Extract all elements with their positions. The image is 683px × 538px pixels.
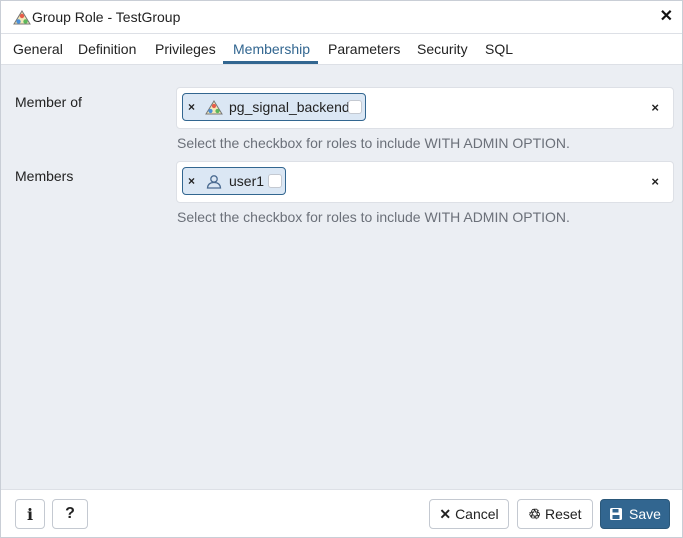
group-role-icon — [205, 100, 223, 115]
chip-label: user1 — [229, 173, 265, 189]
user-role-icon — [206, 175, 222, 189]
dialog-titlebar[interactable]: Group Role - TestGroup ✕ — [1, 1, 682, 34]
members-chip[interactable]: × user1 — [182, 167, 286, 195]
save-button[interactable]: Save — [600, 499, 670, 529]
save-icon — [610, 508, 623, 520]
member-of-chip[interactable]: × pg_signal_backend — [182, 93, 366, 121]
tab-privileges[interactable]: Privileges — [155, 41, 216, 57]
admin-option-checkbox[interactable] — [268, 174, 282, 188]
members-select[interactable]: × user1 × — [176, 161, 674, 203]
tab-security[interactable]: Security — [417, 41, 468, 57]
active-tab-indicator — [223, 61, 318, 64]
group-role-dialog: Group Role - TestGroup ✕ General Definit… — [0, 0, 683, 538]
member-of-help-text: Select the checkbox for roles to include… — [177, 135, 570, 151]
save-label: Save — [629, 506, 661, 522]
member-of-label: Member of — [15, 94, 82, 110]
tab-membership[interactable]: Membership — [233, 41, 310, 57]
admin-option-checkbox[interactable] — [348, 100, 362, 114]
help-icon: ? — [65, 505, 75, 522]
reset-label: Reset — [544, 506, 582, 522]
tab-sql[interactable]: SQL — [485, 41, 513, 57]
clear-selection-icon[interactable]: × — [651, 100, 659, 115]
tab-general[interactable]: General — [13, 41, 63, 57]
help-button[interactable]: ? — [52, 499, 88, 529]
close-dialog-button[interactable]: ✕ — [660, 7, 673, 27]
members-label: Members — [15, 168, 74, 184]
clear-selection-icon[interactable]: × — [651, 174, 659, 189]
dialog-title: Group Role - TestGroup — [32, 9, 181, 25]
group-role-icon — [13, 10, 31, 25]
tab-bar: General Definition Privileges Membership… — [1, 34, 682, 65]
member-of-select[interactable]: × pg_signal_backend × — [176, 87, 674, 129]
cancel-label: Cancel — [455, 506, 499, 522]
info-button[interactable]: i — [15, 499, 45, 529]
chip-label: pg_signal_backend — [229, 99, 350, 115]
close-icon: ✕ — [439, 505, 452, 522]
members-help-text: Select the checkbox for roles to include… — [177, 209, 570, 225]
membership-panel: Member of × pg_signal_backend × Select t… — [1, 65, 682, 489]
remove-chip-icon[interactable]: × — [188, 100, 195, 114]
tab-definition[interactable]: Definition — [78, 41, 136, 57]
cancel-button[interactable]: ✕ Cancel — [429, 499, 509, 529]
dialog-footer: i ? ✕ Cancel ♲ Reset Save — [1, 489, 682, 537]
reset-button[interactable]: ♲ Reset — [517, 499, 593, 529]
remove-chip-icon[interactable]: × — [188, 174, 195, 188]
recycle-icon: ♲ — [528, 505, 541, 522]
info-icon: i — [26, 504, 34, 524]
tab-parameters[interactable]: Parameters — [328, 41, 400, 57]
